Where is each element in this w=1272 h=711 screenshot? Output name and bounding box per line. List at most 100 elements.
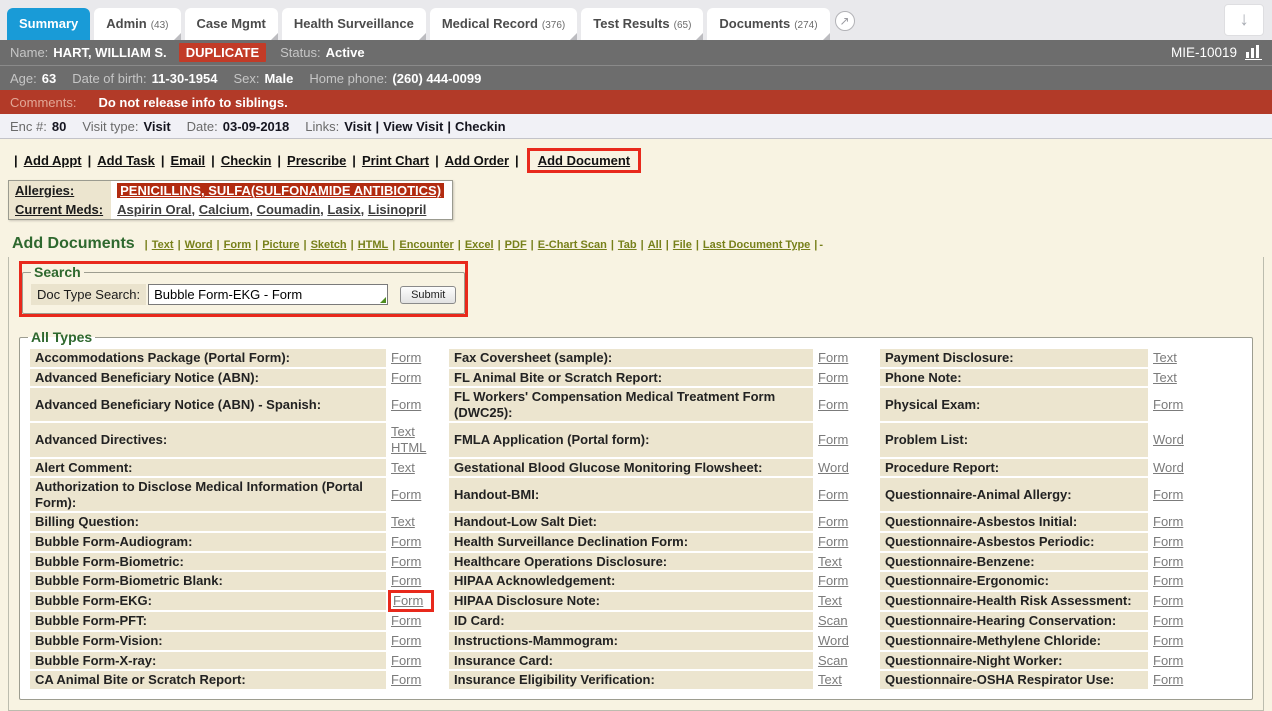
doc-link-ca-animal-bite-or-scratch-report-form[interactable]: Form [391, 672, 421, 687]
doc-link-phone-note-text[interactable]: Text [1153, 370, 1177, 385]
doc-link-questionnaire-animal-allergy-form[interactable]: Form [1153, 487, 1183, 502]
encounter-link-view-visit[interactable]: View Visit [383, 119, 443, 134]
tab-health-surveillance[interactable]: Health Surveillance [282, 8, 426, 40]
doc-link-advanced-beneficiary-notice-abn-form[interactable]: Form [391, 370, 421, 385]
doc-link-instructions-mammogram-word[interactable]: Word [818, 633, 849, 648]
action-add-order[interactable]: Add Order [445, 153, 509, 168]
action-links: |Add Appt|Add Task|Email|Checkin|Prescri… [8, 148, 1272, 173]
doc-type-tab[interactable]: Tab [618, 239, 637, 251]
tab-bar: SummaryAdmin(43)Case MgmtHealth Surveill… [0, 0, 1272, 40]
doc-link-physical-exam-form[interactable]: Form [1153, 397, 1183, 412]
doc-type-picture[interactable]: Picture [262, 239, 299, 251]
med-lasix[interactable]: Lasix [327, 202, 360, 217]
med-coumadin[interactable]: Coumadin [257, 202, 321, 217]
doc-link-advanced-directives-text[interactable]: Text [391, 424, 415, 439]
tab-medical-record[interactable]: Medical Record(376) [430, 8, 577, 40]
doc-link-payment-disclosure-text[interactable]: Text [1153, 350, 1177, 365]
doc-type-word[interactable]: Word [185, 239, 213, 251]
action-add-appt[interactable]: Add Appt [24, 153, 82, 168]
action-print-chart[interactable]: Print Chart [362, 153, 429, 168]
doc-type-excel[interactable]: Excel [465, 239, 494, 251]
doc-type-last-document-type[interactable]: Last Document Type [703, 239, 810, 251]
doc-link-fl-animal-bite-or-scratch-report-form[interactable]: Form [818, 370, 848, 385]
doc-type-text[interactable]: Text [152, 239, 174, 251]
doc-link-gestational-blood-glucose-monitoring-flowsheet-word[interactable]: Word [818, 460, 849, 475]
doc-link-questionnaire-asbestos-periodic-form[interactable]: Form [1153, 534, 1183, 549]
doc-link-questionnaire-hearing-conservation-form[interactable]: Form [1153, 613, 1183, 628]
doc-type-form[interactable]: Form [224, 239, 252, 251]
allergies-value[interactable]: PENICILLINS, SULFA(SULFONAMIDE ANTIBIOTI… [117, 183, 444, 198]
med-calcium[interactable]: Calcium [199, 202, 250, 217]
doc-type-sketch[interactable]: Sketch [311, 239, 347, 251]
doc-link-hipaa-disclosure-note-text[interactable]: Text [818, 593, 842, 608]
doc-link-problem-list-word[interactable]: Word [1153, 432, 1184, 447]
submit-button[interactable]: Submit [400, 286, 456, 304]
doc-type-e-chart-scan[interactable]: E-Chart Scan [538, 239, 607, 251]
encounter-link-checkin[interactable]: Checkin [455, 119, 506, 134]
doc-link-bubble-form-vision-form[interactable]: Form [391, 633, 421, 648]
doc-type-all[interactable]: All [648, 239, 662, 251]
tab-case-mgmt[interactable]: Case Mgmt [185, 8, 278, 40]
doc-link-bubble-form-biometric-form[interactable]: Form [391, 554, 421, 569]
tab-admin[interactable]: Admin(43) [94, 8, 180, 40]
doc-link-billing-question-text[interactable]: Text [391, 514, 415, 529]
action-add-task[interactable]: Add Task [97, 153, 155, 168]
doc-link-fl-workers-compensation-medical-treatment-form-dwc25-form[interactable]: Form [818, 397, 848, 412]
bar-chart-icon[interactable] [1245, 45, 1262, 60]
doc-type-encounter[interactable]: Encounter [399, 239, 453, 251]
med-aspirin-oral[interactable]: Aspirin Oral [117, 202, 191, 217]
doc-link-health-surveillance-declination-form-form[interactable]: Form [818, 534, 848, 549]
doc-link-healthcare-operations-disclosure-text[interactable]: Text [818, 554, 842, 569]
encounter-link-visit[interactable]: Visit [344, 119, 371, 134]
doc-link-id-card-scan[interactable]: Scan [818, 613, 848, 628]
doc-link-questionnaire-ergonomic-form[interactable]: Form [1153, 573, 1183, 588]
allergies-link[interactable]: Allergies: [15, 183, 74, 198]
doc-link-handout-bmi-form[interactable]: Form [818, 487, 848, 502]
doc-type-file[interactable]: File [673, 239, 692, 251]
doc-link-advanced-directives-html[interactable]: HTML [391, 440, 426, 455]
doc-link-advanced-beneficiary-notice-abn-spanish-form[interactable]: Form [391, 397, 421, 412]
doc-link-questionnaire-night-worker-form[interactable]: Form [1153, 653, 1183, 668]
doc-link-bubble-form-audiogram-form[interactable]: Form [391, 534, 421, 549]
action-checkin[interactable]: Checkin [221, 153, 272, 168]
doc-link-fax-coversheet-sample-form[interactable]: Form [818, 350, 848, 365]
doc-link-bubble-form-biometric-blank-form[interactable]: Form [391, 573, 421, 588]
current-meds-link[interactable]: Current Meds: [15, 202, 103, 217]
external-link-icon[interactable]: ↗ [835, 11, 855, 31]
doc-link-bubble-form-ekg-form[interactable]: Form [393, 593, 423, 608]
doc-link-fmla-application-portal-form-form[interactable]: Form [818, 432, 848, 447]
doc-link-hipaa-acknowledgement-form[interactable]: Form [818, 573, 848, 588]
doc-type-search-input[interactable] [148, 284, 388, 305]
doc-link-bubble-form-pft-form[interactable]: Form [391, 613, 421, 628]
doc-type-pdf[interactable]: PDF [505, 239, 527, 251]
doc-link-bubble-form-x-ray-form[interactable]: Form [391, 653, 421, 668]
doc-link-insurance-card-scan[interactable]: Scan [818, 653, 848, 668]
doc-link-questionnaire-health-risk-assessment-form[interactable]: Form [1153, 593, 1183, 608]
doc-link-insurance-eligibility-verification-text[interactable]: Text [818, 672, 842, 687]
doc-link-handout-low-salt-diet-form[interactable]: Form [818, 514, 848, 529]
doc-link-alert-comment-text[interactable]: Text [391, 460, 415, 475]
doc-link-procedure-report-word[interactable]: Word [1153, 460, 1184, 475]
patient-phone: (260) 444-0099 [392, 71, 481, 86]
doc-link-questionnaire-osha-respirator-use-form[interactable]: Form [1153, 672, 1183, 687]
action-prescribe[interactable]: Prescribe [287, 153, 346, 168]
download-icon[interactable]: ↓ [1224, 4, 1264, 36]
doc-link-authorization-to-disclose-medical-information-portal-form-form[interactable]: Form [391, 487, 421, 502]
doc-type-link-cell: Form [1150, 553, 1242, 571]
med-lisinopril[interactable]: Lisinopril [368, 202, 427, 217]
doc-type-link-cell: Text [815, 592, 873, 611]
doc-link-questionnaire-benzene-form[interactable]: Form [1153, 554, 1183, 569]
tab-summary[interactable]: Summary [7, 8, 90, 40]
doc-link-accommodations-package-portal-form-form[interactable]: Form [391, 350, 421, 365]
doc-link-questionnaire-methylene-chloride-form[interactable]: Form [1153, 633, 1183, 648]
collapse-dash[interactable]: - [819, 239, 823, 251]
action-add-document[interactable]: Add Document [538, 153, 630, 168]
doc-link-questionnaire-asbestos-initial-form[interactable]: Form [1153, 514, 1183, 529]
table-row: Alert Comment:TextGestational Blood Gluc… [30, 459, 1242, 477]
tab-test-results[interactable]: Test Results(65) [581, 8, 703, 40]
type-separator: | [178, 239, 181, 251]
doc-type-html[interactable]: HTML [358, 239, 389, 251]
action-email[interactable]: Email [170, 153, 205, 168]
tab-documents[interactable]: Documents(274) [707, 8, 829, 40]
dob-label: Date of birth: [72, 71, 146, 86]
